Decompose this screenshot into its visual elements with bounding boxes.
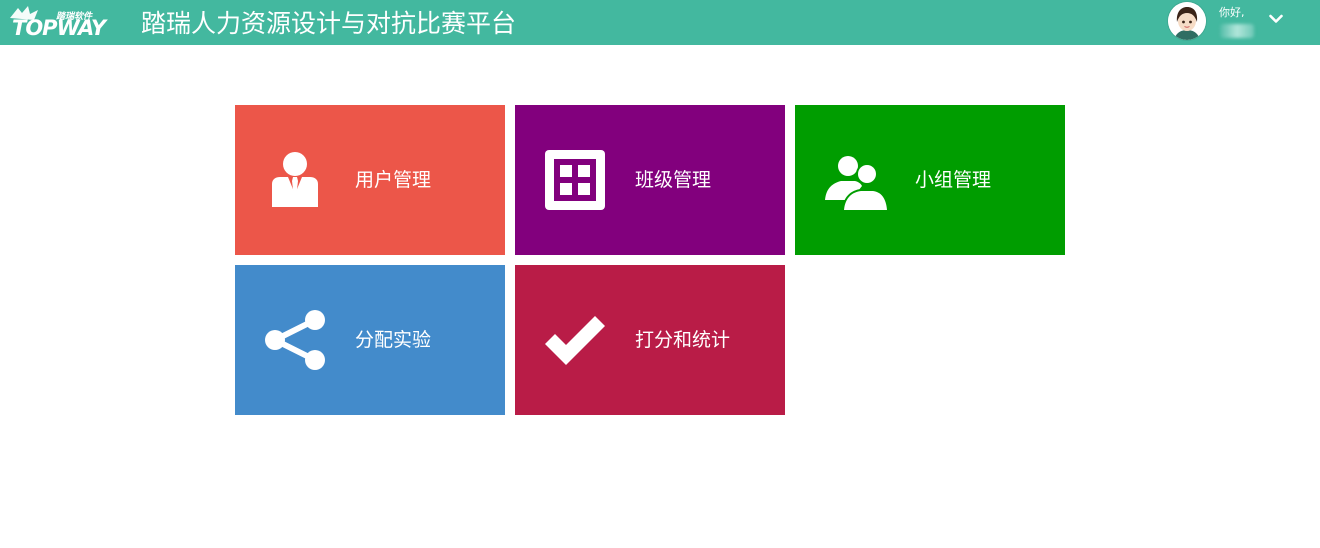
topway-logo[interactable]: 踏瑞软件 TOPWAY — [8, 4, 106, 42]
user-avatar[interactable] — [1168, 2, 1206, 40]
username-redacted — [1220, 24, 1254, 38]
checkmark-icon — [545, 316, 605, 365]
tile-group-management-label: 小组管理 — [915, 169, 992, 191]
users-icon — [825, 156, 888, 210]
grid-icon — [545, 150, 605, 210]
chevron-down-icon — [1269, 14, 1283, 23]
share-icon — [265, 310, 325, 370]
tile-assign-experiment[interactable]: 分配实验 — [235, 265, 505, 415]
tile-user-management[interactable]: 用户管理 — [235, 105, 505, 255]
tile-class-management[interactable]: 班级管理 — [515, 105, 785, 255]
user-suit-icon — [272, 152, 318, 207]
avatar-portrait-icon — [1168, 2, 1206, 40]
logo-wordmark: TOPWAY — [12, 16, 106, 40]
greeting-text: 你好, — [1219, 6, 1245, 19]
tile-assign-experiment-label: 分配实验 — [355, 329, 432, 351]
tile-scoring-statistics[interactable]: 打分和统计 — [515, 265, 785, 415]
tile-user-management-label: 用户管理 — [355, 169, 432, 191]
app-title: 踏瑞人力资源设计与对抗比赛平台 — [141, 9, 517, 38]
tile-class-management-label: 班级管理 — [635, 169, 712, 191]
user-menu-toggle[interactable] — [1268, 11, 1284, 25]
tile-group-management[interactable]: 小组管理 — [795, 105, 1065, 255]
top-bar: 踏瑞软件 TOPWAY 踏瑞人力资源设计与对抗比赛平台 你好, — [0, 0, 1320, 45]
tile-scoring-statistics-label: 打分和统计 — [635, 329, 731, 351]
